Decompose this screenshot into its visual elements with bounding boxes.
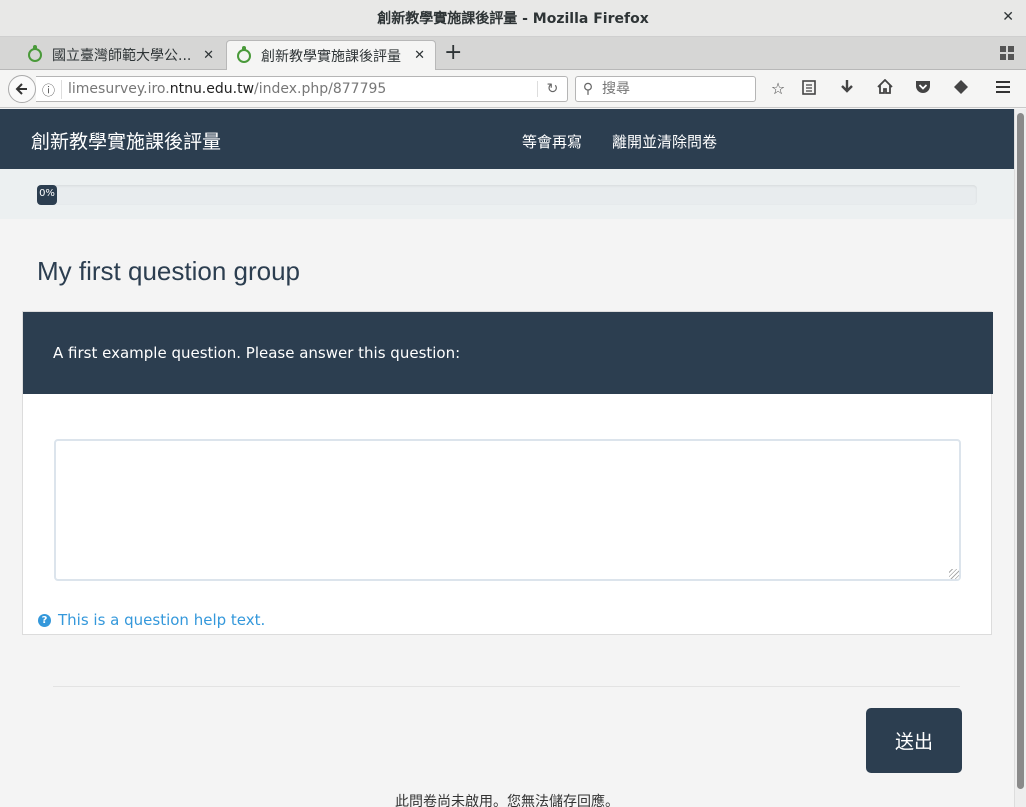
back-arrow-icon[interactable]	[8, 75, 36, 103]
tab-ntnu[interactable]: 國立臺灣師範大學公... ✕	[18, 40, 224, 70]
survey-header: 創新教學實施課後評量 等會再寫 離開並清除問卷	[0, 109, 1014, 169]
window-close-icon[interactable]: ✕	[1002, 9, 1014, 25]
question-circle-icon: ?	[38, 613, 51, 627]
navigation-toolbar: ⓘ limesurvey.iro.ntnu.edu.tw/index.php/8…	[0, 70, 1026, 108]
resize-handle-icon[interactable]	[949, 569, 959, 579]
pocket-icon[interactable]	[912, 79, 934, 99]
answer-textarea[interactable]	[54, 439, 961, 581]
clipboard-icon[interactable]	[798, 79, 820, 99]
progress-section: 0%	[0, 169, 1014, 219]
limesurvey-favicon-icon	[28, 45, 42, 62]
submit-button[interactable]: 送出	[866, 708, 962, 773]
help-text: This is a question help text.	[58, 611, 266, 629]
scrollbar-thumb[interactable]	[1017, 113, 1024, 789]
search-icon: ⚲	[582, 81, 594, 97]
download-icon[interactable]	[836, 79, 858, 99]
search-bar[interactable]: ⚲	[575, 76, 756, 102]
survey-title[interactable]: 創新教學實施課後評量	[31, 127, 221, 154]
window-title: 創新教學實施課後評量 - Mozilla Firefox	[377, 11, 649, 27]
extension-icon[interactable]	[950, 79, 972, 99]
url-text[interactable]: limesurvey.iro.ntnu.edu.tw/index.php/877…	[62, 81, 537, 97]
tab-close-icon[interactable]: ✕	[414, 48, 425, 63]
reload-icon[interactable]: ↻	[537, 81, 567, 97]
tab-bar: 國立臺灣師範大學公... ✕ 創新教學實施課後評量 ✕	[0, 37, 1026, 70]
tab-overview-icon[interactable]	[1000, 46, 1014, 60]
question-card: A first example question. Please answer …	[22, 311, 993, 635]
progress-bar: 0%	[37, 185, 977, 205]
info-icon[interactable]: ⓘ	[36, 79, 62, 99]
tab-close-icon[interactable]: ✕	[203, 48, 214, 63]
new-tab-icon[interactable]: +	[444, 40, 462, 66]
progress-fill: 0%	[37, 185, 57, 205]
divider	[53, 686, 960, 687]
question-help: ? This is a question help text.	[38, 611, 265, 629]
vertical-scrollbar[interactable]	[1014, 109, 1026, 807]
question-text: A first example question. Please answer …	[23, 312, 993, 394]
limesurvey-favicon-icon	[237, 45, 251, 63]
star-icon[interactable]: ☆	[767, 79, 789, 99]
inactive-survey-notice: 此問卷尚未啟用。您無法儲存回應。	[395, 794, 619, 807]
tab-survey[interactable]: 創新教學實施課後評量 ✕	[226, 40, 436, 70]
exit-clear-link[interactable]: 離開並清除問卷	[612, 131, 717, 152]
url-bar[interactable]: ⓘ limesurvey.iro.ntnu.edu.tw/index.php/8…	[36, 76, 568, 102]
resume-later-link[interactable]: 等會再寫	[522, 131, 582, 152]
search-input[interactable]	[600, 80, 745, 98]
home-icon[interactable]	[874, 78, 896, 99]
hamburger-menu-icon[interactable]	[992, 79, 1014, 99]
survey-page: 創新教學實施課後評量 等會再寫 離開並清除問卷 0% My first ques…	[0, 109, 1014, 807]
tab-label: 創新教學實施課後評量	[261, 48, 401, 65]
question-group-title: My first question group	[37, 256, 301, 286]
tab-label: 國立臺灣師範大學公...	[52, 48, 192, 64]
window-titlebar: 創新教學實施課後評量 - Mozilla Firefox ✕	[0, 0, 1026, 37]
